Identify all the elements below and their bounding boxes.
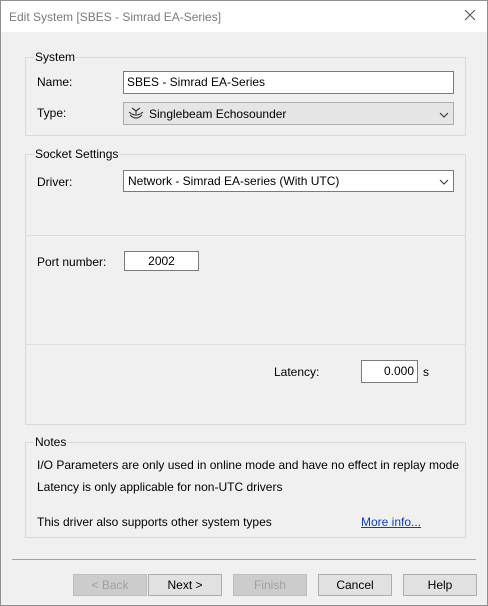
help-button[interactable]: Help <box>403 574 477 596</box>
next-button[interactable]: Next > <box>148 574 222 596</box>
latency-label: Latency: <box>274 365 320 379</box>
close-icon <box>464 9 476 24</box>
port-number-label: Port number: <box>37 255 107 269</box>
notes-group-title: Notes <box>34 435 68 449</box>
notes-line-latency: Latency is only applicable for non-UTC d… <box>37 480 283 494</box>
section-divider <box>26 235 465 236</box>
name-field[interactable]: SBES - Simrad EA-Series <box>123 71 454 94</box>
system-group: System Name: SBES - Simrad EA-Series Typ… <box>25 51 466 136</box>
name-label: Name: <box>37 75 73 89</box>
close-button[interactable] <box>453 1 487 32</box>
system-group-title: System <box>34 50 77 64</box>
latency-unit: s <box>423 365 429 379</box>
port-number-field[interactable]: 2002 <box>124 251 199 271</box>
driver-dropdown-value: Network - Simrad EA-series (With UTC) <box>128 174 340 188</box>
button-separator <box>12 559 476 560</box>
more-info-link[interactable]: More info... <box>361 515 421 529</box>
type-dropdown[interactable]: Singlebeam Echosounder <box>123 102 454 125</box>
window-title: Edit System [SBES - Simrad EA-Series] <box>9 10 222 24</box>
chevron-down-icon <box>439 174 449 188</box>
notes-group: Notes I/O Parameters are only used in on… <box>25 436 466 538</box>
chevron-down-icon <box>439 107 449 121</box>
notes-line-driver: This driver also supports other system t… <box>37 515 272 529</box>
socket-settings-group: Socket Settings Driver: Network - Simrad… <box>25 148 466 425</box>
driver-dropdown[interactable]: Network - Simrad EA-series (With UTC) <box>123 170 454 192</box>
singlebeam-echosounder-icon <box>128 107 144 121</box>
cancel-button[interactable]: Cancel <box>318 574 392 596</box>
finish-button[interactable]: Finish <box>233 574 307 596</box>
type-dropdown-value: Singlebeam Echosounder <box>149 106 287 121</box>
type-label: Type: <box>37 106 67 120</box>
latency-field[interactable]: 0.000 <box>361 360 418 383</box>
title-bar: Edit System [SBES - Simrad EA-Series] <box>1 1 487 32</box>
socket-settings-group-title: Socket Settings <box>34 147 120 161</box>
edit-system-dialog: Edit System [SBES - Simrad EA-Series] Sy… <box>0 0 488 606</box>
notes-line-io: I/O Parameters are only used in online m… <box>37 458 460 472</box>
driver-label: Driver: <box>37 175 73 189</box>
back-button[interactable]: < Back <box>73 574 147 596</box>
section-divider <box>26 344 465 345</box>
